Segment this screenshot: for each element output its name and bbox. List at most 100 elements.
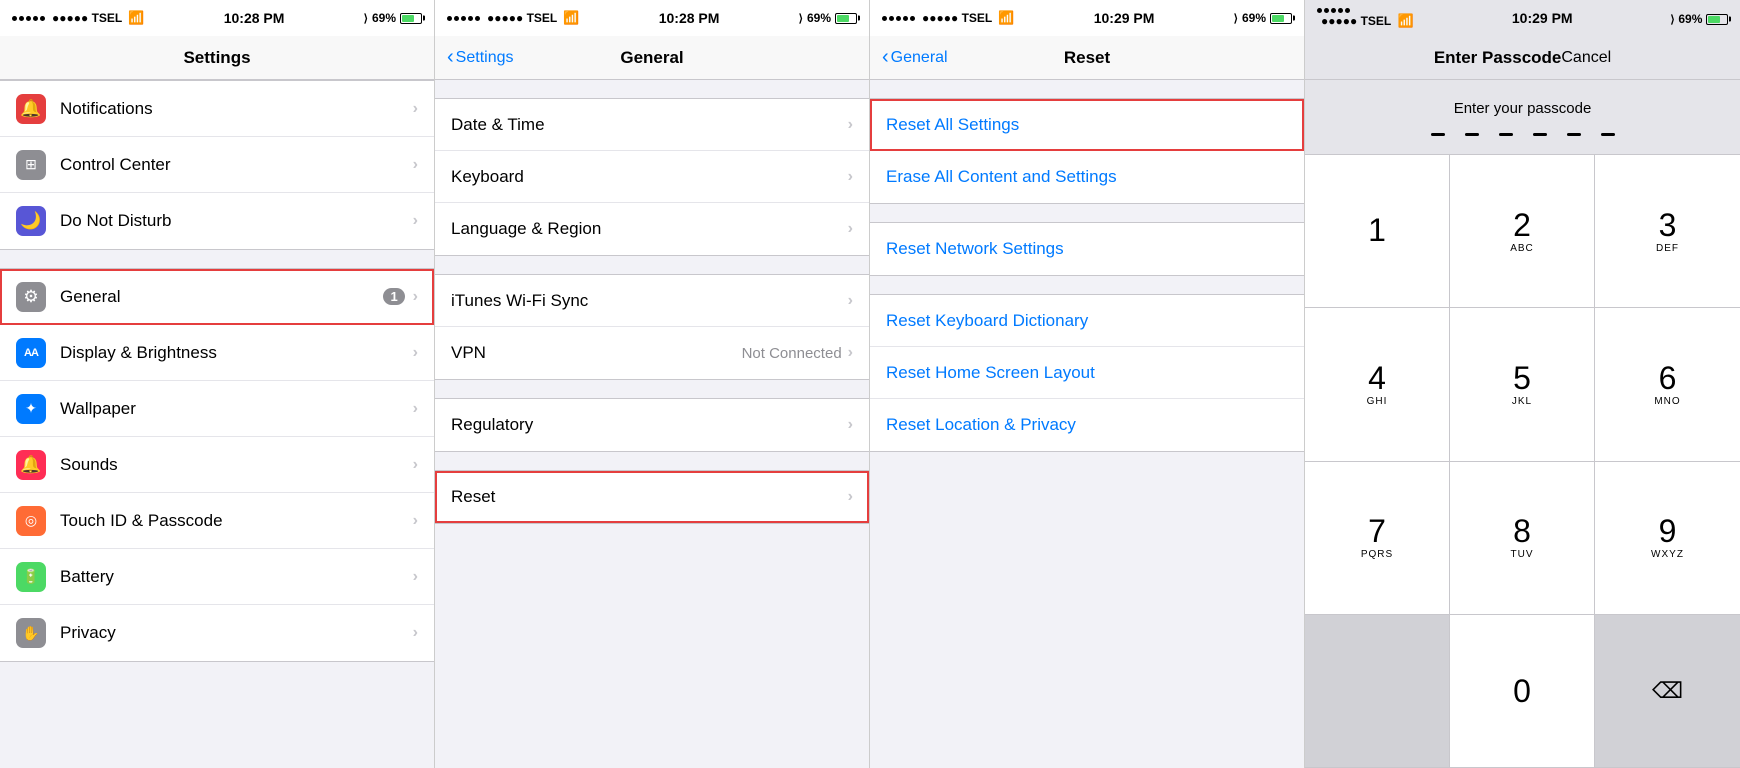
date-time-label: Date & Time [451, 115, 848, 135]
cancel-button[interactable]: Cancel [1561, 49, 1611, 67]
row-privacy[interactable]: ✋ Privacy › [0, 605, 434, 661]
wallpaper-icon: ✦ [16, 394, 46, 424]
chevron-icon: › [413, 568, 418, 586]
chevron-icon: › [413, 288, 418, 306]
row-date-time[interactable]: Date & Time › [435, 99, 869, 151]
key-4[interactable]: 4 GHI [1305, 308, 1450, 461]
general-list: Date & Time › Keyboard › Language & Regi… [435, 80, 869, 768]
passcode-dot-6 [1601, 133, 1615, 136]
key-6[interactable]: 6 MNO [1595, 308, 1740, 461]
key-7-letters: PQRS [1361, 549, 1393, 560]
location-icon-3: ⟩ [1234, 12, 1238, 25]
passcode-dot-1 [1431, 133, 1445, 136]
chevron-icon: › [413, 344, 418, 362]
chevron-icon: › [413, 624, 418, 642]
row-reset-location[interactable]: Reset Location & Privacy [870, 399, 1304, 451]
row-vpn[interactable]: VPN Not Connected › [435, 327, 869, 379]
row-regulatory[interactable]: Regulatory › [435, 399, 869, 451]
chevron-icon: › [413, 512, 418, 530]
signal-dots-3 [882, 16, 915, 21]
chevron-icon: › [848, 488, 853, 506]
key-0[interactable]: 0 [1450, 615, 1595, 768]
battery-percent-2: 69% [807, 11, 831, 25]
erase-all-label: Erase All Content and Settings [886, 167, 1288, 187]
carrier-info: ●●●●● TSEL 📶 [12, 10, 144, 26]
settings-panel: ●●●●● TSEL 📶 10:28 PM ⟩ 69% Settings 🔔 N… [0, 0, 435, 768]
key-5-number: 5 [1513, 362, 1531, 394]
key-7[interactable]: 7 PQRS [1305, 462, 1450, 615]
privacy-icon: ✋ [16, 618, 46, 648]
location-icon-2: ⟩ [799, 12, 803, 25]
row-reset-all[interactable]: Reset All Settings [870, 99, 1304, 151]
row-reset-keyboard[interactable]: Reset Keyboard Dictionary [870, 295, 1304, 347]
battery-icon-2 [835, 13, 857, 24]
passcode-dots [1431, 133, 1615, 136]
itunes-wifi-label: iTunes Wi-Fi Sync [451, 291, 848, 311]
passcode-dot-4 [1533, 133, 1547, 136]
key-3-number: 3 [1659, 209, 1677, 241]
wallpaper-label: Wallpaper [60, 399, 413, 419]
row-language-region[interactable]: Language & Region › [435, 203, 869, 255]
control-center-icon: ⊞ [16, 150, 46, 180]
key-delete[interactable]: ⌫ [1595, 615, 1740, 768]
row-reset-network[interactable]: Reset Network Settings [870, 223, 1304, 275]
row-wallpaper[interactable]: ✦ Wallpaper › [0, 381, 434, 437]
general-group-4: Reset › [435, 470, 869, 524]
sounds-label: Sounds [60, 455, 413, 475]
row-do-not-disturb[interactable]: 🌙 Do Not Disturb › [0, 193, 434, 249]
time-display-4: 10:29 PM [1512, 10, 1573, 26]
language-region-label: Language & Region [451, 219, 848, 239]
key-3-letters: DEF [1656, 243, 1679, 254]
key-8[interactable]: 8 TUV [1450, 462, 1595, 615]
time-display: 10:28 PM [224, 10, 285, 26]
general-icon: ⚙ [16, 282, 46, 312]
chevron-icon: › [413, 100, 418, 118]
settings-nav-bar: Settings [0, 36, 434, 80]
key-5[interactable]: 5 JKL [1450, 308, 1595, 461]
key-9-letters: WXYZ [1651, 549, 1684, 560]
general-badge: 1 [383, 288, 404, 305]
back-label: Settings [456, 49, 514, 67]
battery-percent: 69% [372, 11, 396, 25]
general-group-2: iTunes Wi-Fi Sync › VPN Not Connected › [435, 274, 869, 380]
back-to-settings[interactable]: ‹ Settings [447, 46, 513, 69]
row-battery[interactable]: 🔋 Battery › [0, 549, 434, 605]
row-display-brightness[interactable]: AA Display & Brightness › [0, 325, 434, 381]
general-title: General [620, 48, 683, 68]
wifi-icon-2: 📶 [563, 10, 579, 26]
row-keyboard[interactable]: Keyboard › [435, 151, 869, 203]
key-3[interactable]: 3 DEF [1595, 155, 1740, 308]
key-7-number: 7 [1368, 515, 1386, 547]
battery-label: Battery [60, 567, 413, 587]
key-4-number: 4 [1368, 362, 1386, 394]
passcode-nav-bar: Enter Passcode Cancel [1305, 36, 1740, 80]
keyboard-label: Keyboard [451, 167, 848, 187]
row-reset[interactable]: Reset › [435, 471, 869, 523]
row-control-center[interactable]: ⊞ Control Center › [0, 137, 434, 193]
row-erase-all[interactable]: Erase All Content and Settings [870, 151, 1304, 203]
key-6-letters: MNO [1654, 396, 1680, 407]
back-arrow-icon-2: ‹ [882, 46, 889, 69]
row-touch-id[interactable]: ◎ Touch ID & Passcode › [0, 493, 434, 549]
row-general[interactable]: ⚙ General 1 › [0, 269, 434, 325]
passcode-dot-5 [1567, 133, 1581, 136]
back-arrow-icon: ‹ [447, 46, 454, 69]
reset-location-label: Reset Location & Privacy [886, 415, 1288, 435]
chevron-icon: › [413, 456, 418, 474]
key-1[interactable]: 1 [1305, 155, 1450, 308]
status-bar-1: ●●●●● TSEL 📶 10:28 PM ⟩ 69% [0, 0, 434, 36]
row-itunes-wifi[interactable]: iTunes Wi-Fi Sync › [435, 275, 869, 327]
row-sounds[interactable]: 🔔 Sounds › [0, 437, 434, 493]
back-to-general[interactable]: ‹ General [882, 46, 948, 69]
key-9[interactable]: 9 WXYZ [1595, 462, 1740, 615]
passcode-prompt-area: Enter your passcode [1305, 80, 1740, 154]
location-icon: ⟩ [364, 12, 368, 25]
passcode-dot-3 [1499, 133, 1513, 136]
row-reset-home-screen[interactable]: Reset Home Screen Layout [870, 347, 1304, 399]
carrier-name-2: ●●●●● TSEL [487, 11, 557, 25]
key-5-letters: JKL [1512, 396, 1532, 407]
key-2-letters: ABC [1510, 243, 1534, 254]
key-2[interactable]: 2 ABC [1450, 155, 1595, 308]
row-notifications[interactable]: 🔔 Notifications › [0, 81, 434, 137]
chevron-icon: › [848, 220, 853, 238]
